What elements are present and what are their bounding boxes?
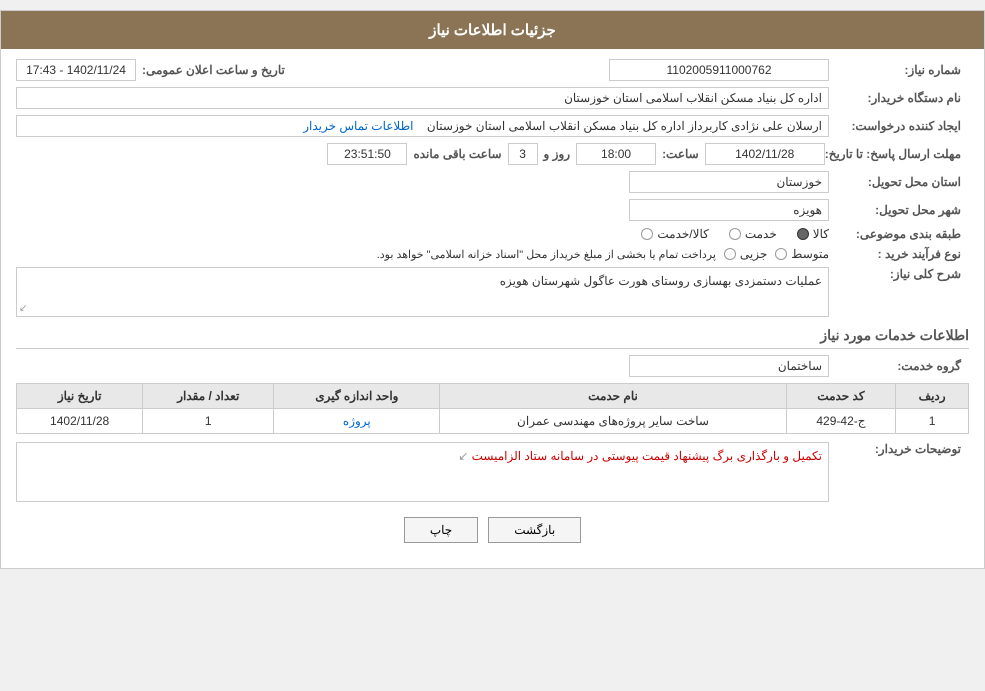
city-value: هویزه <box>629 199 829 221</box>
col-unit: واحد اندازه گیری <box>274 384 440 409</box>
send-deadline-label: مهلت ارسال پاسخ: تا تاریخ: <box>825 147 969 161</box>
category-khidmat[interactable]: خدمت <box>729 227 777 241</box>
cell-unit: پروژه <box>274 409 440 434</box>
description-label: شرح کلی نیاز: <box>829 267 969 281</box>
col-date: تاریخ نیاز <box>17 384 143 409</box>
services-section-header: اطلاعات خدمات مورد نیاز <box>16 327 969 349</box>
send-date: 1402/11/28 <box>705 143 825 165</box>
category-kala[interactable]: کالا <box>797 227 829 241</box>
cell-date: 1402/11/28 <box>17 409 143 434</box>
table-row: 1ج-42-429ساخت سایر پروژه‌های مهندسی عمرا… <box>17 409 969 434</box>
buyer-org-label: نام دستگاه خریدار: <box>829 91 969 105</box>
city-label: شهر محل تحویل: <box>829 203 969 217</box>
buyer-desc-label: توضیحات خریدار: <box>829 442 969 456</box>
process-jozi[interactable]: جزیی <box>724 247 767 261</box>
col-count: تعداد / مقدار <box>143 384 274 409</box>
service-table: ردیف کد حدمت نام حدمت واحد اندازه گیری ت… <box>16 383 969 434</box>
col-name: نام حدمت <box>440 384 786 409</box>
cell-code: ج-42-429 <box>786 409 896 434</box>
service-group-value: ساختمان <box>629 355 829 377</box>
province-label: استان محل تحویل: <box>829 175 969 189</box>
process-motavaset-radio <box>775 248 787 260</box>
niyaz-number-label: شماره نیاز: <box>829 63 969 77</box>
process-note: پرداخت تمام یا بخشی از مبلغ خریداز محل "… <box>377 248 716 261</box>
process-motavaset[interactable]: متوسط <box>775 247 829 261</box>
contact-link[interactable]: اطلاعات تماس خریدار <box>303 119 413 133</box>
announce-label: تاریخ و ساعت اعلان عمومی: <box>142 63 285 77</box>
announce-date-value: 1402/11/24 - 17:43 <box>16 59 136 81</box>
back-button[interactable]: بازگشت <box>488 517 581 543</box>
col-row: ردیف <box>896 384 969 409</box>
process-jozi-radio <box>724 248 736 260</box>
category-kala-radio <box>797 228 809 240</box>
category-options: کالا/خدمت خدمت کالا <box>641 227 829 241</box>
process-row: متوسط جزیی پرداخت تمام یا بخشی از مبلغ خ… <box>16 247 829 261</box>
buyer-org-value: اداره کل بنیاد مسکن انقلاب اسلامی استان … <box>16 87 829 109</box>
category-kala-khidmat[interactable]: کالا/خدمت <box>641 227 708 241</box>
category-khidmat-radio <box>729 228 741 240</box>
send-remaining-label: ساعت باقی مانده <box>413 147 501 161</box>
send-time-label: ساعت: <box>662 147 699 161</box>
buyer-desc-value: تکمیل و بارگذاری برگ پیشنهاد قیمت پیوستی… <box>16 442 829 502</box>
send-time: 18:00 <box>576 143 656 165</box>
description-value: عملیات دستمزدی بهسازی روستای هورت عاگول … <box>16 267 829 317</box>
button-row: بازگشت چاپ <box>16 517 969 543</box>
page-title: جزئیات اطلاعات نیاز <box>1 11 984 49</box>
send-days: 3 <box>508 143 538 165</box>
creator-label: ایجاد کننده درخواست: <box>829 119 969 133</box>
send-day-label: روز و <box>544 147 571 161</box>
service-group-label: گروه خدمت: <box>829 359 969 373</box>
cell-count: 1 <box>143 409 274 434</box>
print-button[interactable]: چاپ <box>404 517 478 543</box>
cell-name: ساخت سایر پروژه‌های مهندسی عمران <box>440 409 786 434</box>
province-value: خوزستان <box>629 171 829 193</box>
send-remaining: 23:51:50 <box>327 143 407 165</box>
cell-row: 1 <box>896 409 969 434</box>
niyaz-number-value: 1102005911000762 <box>609 59 829 81</box>
category-kala-khidmat-radio <box>641 228 653 240</box>
process-label: نوع فرآیند خرید : <box>829 247 969 261</box>
col-code: کد حدمت <box>786 384 896 409</box>
creator-value: ارسلان علی نژادی کاربرداز اداره کل بنیاد… <box>16 115 829 137</box>
category-label: طبقه بندی موضوعی: <box>829 227 969 241</box>
